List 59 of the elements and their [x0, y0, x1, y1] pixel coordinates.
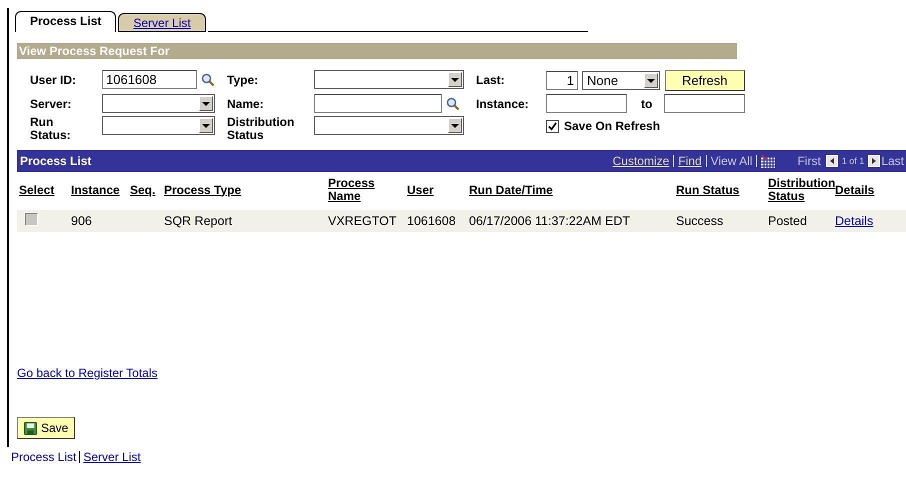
table-cell-text: 906 [70, 214, 93, 228]
field-label: Type: [227, 72, 260, 87]
dropdown[interactable] [102, 94, 215, 113]
column-header[interactable]: Details [835, 184, 886, 196]
field-label: Instance: [476, 96, 530, 111]
column-header[interactable]: Seq. [130, 184, 164, 196]
last-text: Last [881, 154, 904, 168]
field-label: to [641, 96, 652, 110]
field-label: Name: [227, 96, 265, 111]
column-header[interactable]: Distribution Status [768, 177, 835, 203]
checkbox[interactable] [25, 213, 38, 226]
input-field[interactable]: 1061608 [102, 70, 197, 89]
customize-link[interactable]: Customize [612, 154, 670, 168]
save-button[interactable]: Save [17, 417, 76, 439]
table-cell-text: Posted [768, 214, 808, 228]
tab[interactable]: Server List [118, 13, 206, 32]
column-header[interactable]: User [407, 184, 469, 196]
table-cell-text: Success [676, 214, 724, 228]
table-cell-text: 1061608 [407, 214, 457, 228]
column-header[interactable]: Process Type [164, 184, 328, 196]
details-link[interactable]: Details [835, 214, 874, 228]
find-link[interactable]: Find [678, 154, 702, 168]
back-link[interactable]: Go back to Register Totals [17, 366, 158, 380]
footer-link[interactable]: Server List [83, 450, 141, 464]
previous-icon[interactable] [826, 155, 838, 167]
search-icon[interactable] [201, 72, 215, 86]
dropdown[interactable] [314, 116, 464, 135]
column-header[interactable]: Process Name [328, 177, 407, 203]
checkbox-label: Save On Refresh [564, 119, 660, 133]
page-count: 1 of 1 [842, 156, 864, 166]
footer-link[interactable]: Process List [11, 450, 76, 464]
refresh-button[interactable]: Refresh [665, 70, 745, 91]
dropdown[interactable] [314, 70, 464, 89]
table-cell-text: SQR Report [164, 214, 234, 228]
table-cell-text: VXREGTOT [328, 214, 398, 228]
field-label: Server: [30, 96, 72, 111]
input-field[interactable] [314, 94, 442, 113]
field-label: User ID: [30, 72, 78, 87]
field-label: Last: [476, 72, 506, 87]
input-field[interactable]: 1 [546, 71, 578, 90]
dropdown[interactable] [102, 116, 215, 135]
input-field[interactable] [664, 94, 746, 113]
column-header[interactable]: Run Status [676, 184, 768, 196]
next-icon[interactable] [868, 155, 880, 167]
column-header[interactable]: Instance [67, 184, 130, 196]
view-all-text: View All [710, 154, 752, 168]
column-header[interactable]: Run Date/Time [469, 184, 676, 196]
field-label: Distribution Status [227, 116, 296, 142]
section-header: View Process Request For [17, 43, 737, 59]
checkbox[interactable] [546, 120, 559, 132]
tab[interactable]: Process List [15, 11, 116, 32]
first-text: First [797, 154, 821, 168]
column-header[interactable]: Select [19, 184, 67, 196]
input-field[interactable] [546, 94, 627, 113]
grid-title: Process List [19, 154, 92, 168]
search-icon[interactable] [446, 96, 460, 110]
grid-icon[interactable] [761, 154, 776, 168]
dropdown[interactable]: None [582, 71, 660, 90]
table-cell-text: 06/17/2006 11:37:22AM EDT [469, 214, 631, 228]
